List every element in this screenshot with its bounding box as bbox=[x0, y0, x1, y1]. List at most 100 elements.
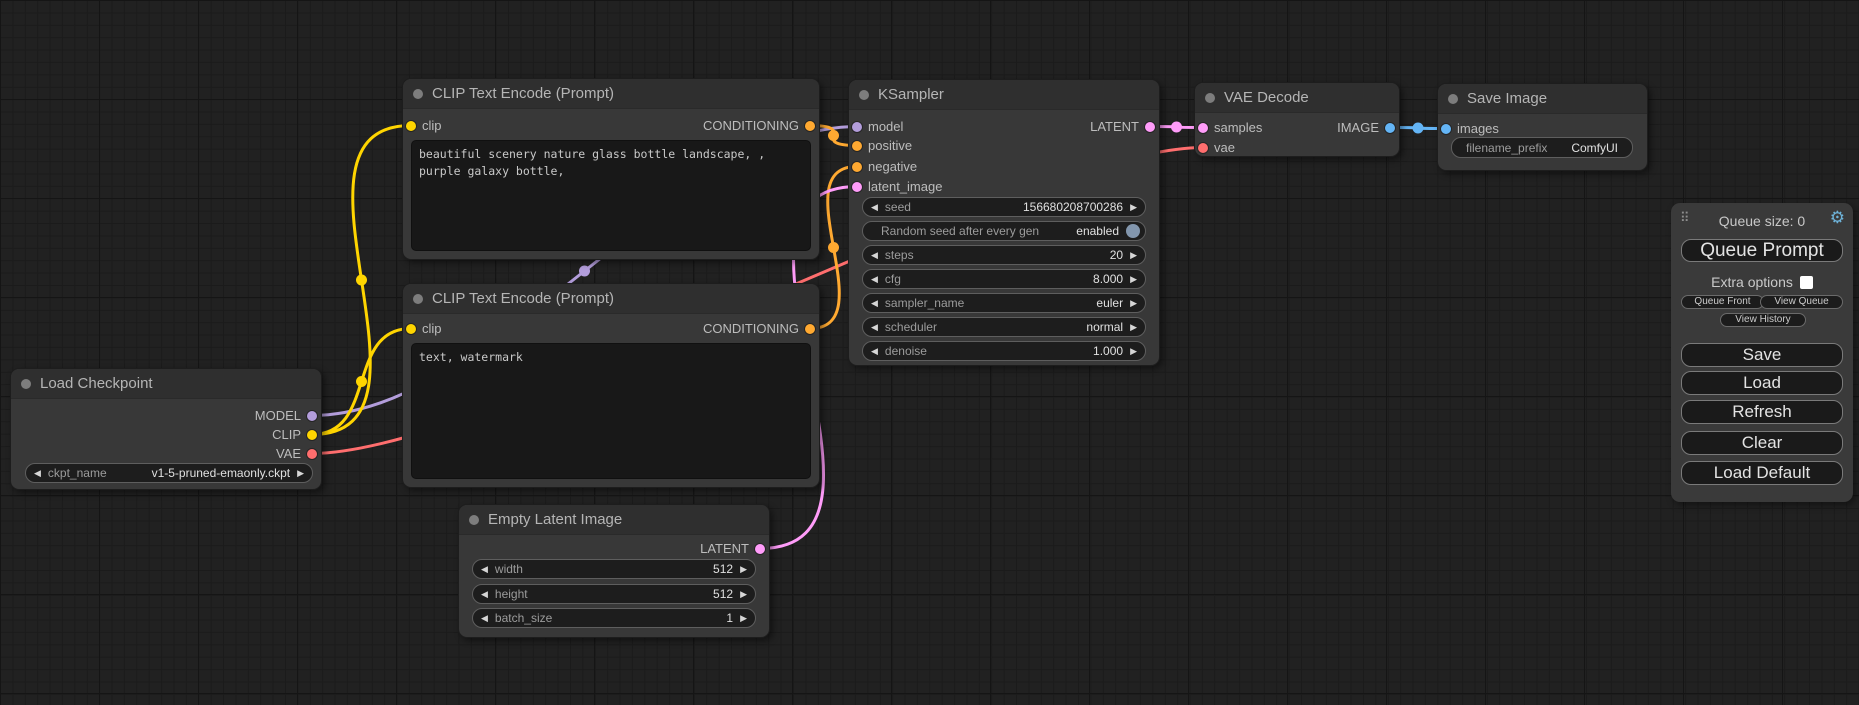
random-seed-toggle-widget[interactable]: Random seed after every gen enabled bbox=[862, 221, 1146, 241]
view-history-button[interactable]: View History bbox=[1720, 313, 1806, 327]
increment-arrow-icon[interactable]: ▶ bbox=[1130, 202, 1137, 213]
decrement-arrow-icon[interactable]: ◀ bbox=[871, 322, 878, 333]
vae-port-dot[interactable] bbox=[307, 449, 317, 459]
node-title-bar[interactable]: CLIP Text Encode (Prompt) bbox=[403, 284, 819, 314]
batch-size-widget[interactable]: ◀ batch_size 1 ▶ bbox=[472, 608, 756, 628]
node-clip-text-encode-positive[interactable]: CLIP Text Encode (Prompt) clip CONDITION… bbox=[402, 78, 820, 260]
load-button[interactable]: Load bbox=[1681, 371, 1843, 395]
model-port-dot[interactable] bbox=[852, 122, 862, 132]
decrement-arrow-icon[interactable]: ◀ bbox=[481, 564, 488, 575]
increment-arrow-icon[interactable]: ▶ bbox=[1130, 298, 1137, 309]
height-widget[interactable]: ◀ height 512 ▶ bbox=[472, 584, 756, 604]
steps-widget[interactable]: ◀ steps 20 ▶ bbox=[862, 245, 1146, 265]
collapse-dot-icon[interactable] bbox=[469, 515, 479, 525]
settings-gear-icon[interactable]: ⚙ bbox=[1830, 209, 1845, 226]
scheduler-widget[interactable]: ◀ scheduler normal ▶ bbox=[862, 317, 1146, 337]
positive-prompt-textarea[interactable]: beautiful scenery nature glass bottle la… bbox=[411, 140, 811, 251]
extra-options-checkbox[interactable] bbox=[1800, 276, 1813, 289]
node-ksampler[interactable]: KSampler model positive negative latent_… bbox=[848, 79, 1160, 366]
decrement-arrow-icon[interactable]: ◀ bbox=[871, 250, 878, 261]
decrement-arrow-icon[interactable]: ◀ bbox=[481, 613, 488, 624]
load-default-button[interactable]: Load Default bbox=[1681, 461, 1843, 485]
increment-arrow-icon[interactable]: ▶ bbox=[1130, 250, 1137, 261]
queue-prompt-button[interactable]: Queue Prompt bbox=[1681, 239, 1843, 262]
node-title-bar[interactable]: VAE Decode bbox=[1195, 83, 1399, 113]
port-label: CONDITIONING bbox=[703, 118, 799, 133]
clear-button[interactable]: Clear bbox=[1681, 431, 1843, 455]
latent-port-dot[interactable] bbox=[852, 182, 862, 192]
node-vae-decode[interactable]: VAE Decode samples vae IMAGE bbox=[1194, 82, 1400, 157]
decrement-arrow-icon[interactable]: ◀ bbox=[871, 346, 878, 357]
ckpt-name-widget[interactable]: ◀ ckpt_name v1-5-pruned-emaonly.ckpt ▶ bbox=[25, 463, 313, 483]
conditioning-port-dot[interactable] bbox=[852, 141, 862, 151]
clip-port-dot[interactable] bbox=[406, 121, 416, 131]
model-port-dot[interactable] bbox=[307, 411, 317, 421]
refresh-button[interactable]: Refresh bbox=[1681, 400, 1843, 424]
toggle-dot-icon[interactable] bbox=[1126, 224, 1140, 238]
link-midpoint-dot bbox=[356, 275, 367, 286]
save-button[interactable]: Save bbox=[1681, 343, 1843, 367]
collapse-dot-icon[interactable] bbox=[21, 379, 31, 389]
input-port-latent-image: latent_image bbox=[852, 177, 942, 196]
node-title-bar[interactable]: KSampler bbox=[849, 80, 1159, 110]
decrement-arrow-icon[interactable]: ◀ bbox=[871, 274, 878, 285]
negative-prompt-textarea[interactable]: text, watermark bbox=[411, 343, 811, 479]
port-label: positive bbox=[868, 138, 912, 153]
conditioning-port-dot[interactable] bbox=[805, 324, 815, 334]
view-queue-button[interactable]: View Queue bbox=[1760, 295, 1843, 309]
increment-arrow-icon[interactable]: ▶ bbox=[297, 468, 304, 479]
decrement-arrow-icon[interactable]: ◀ bbox=[481, 589, 488, 600]
node-load-checkpoint[interactable]: Load Checkpoint MODEL CLIP VAE ◀ ckpt_na… bbox=[10, 368, 322, 490]
node-save-image[interactable]: Save Image images filename_prefix ComfyU… bbox=[1437, 83, 1648, 171]
node-graph-canvas[interactable]: Load Checkpoint MODEL CLIP VAE ◀ ckpt_na… bbox=[0, 0, 1859, 705]
port-label: images bbox=[1457, 121, 1499, 136]
port-label: CLIP bbox=[272, 427, 301, 442]
sampler-name-widget[interactable]: ◀ sampler_name euler ▶ bbox=[862, 293, 1146, 313]
increment-arrow-icon[interactable]: ▶ bbox=[740, 564, 747, 575]
image-port-dot[interactable] bbox=[1441, 124, 1451, 134]
collapse-dot-icon[interactable] bbox=[413, 294, 423, 304]
node-empty-latent-image[interactable]: Empty Latent Image LATENT ◀ width 512 ▶ … bbox=[458, 504, 770, 638]
link-midpoint-dot bbox=[356, 376, 367, 387]
vae-port-dot[interactable] bbox=[1198, 143, 1208, 153]
increment-arrow-icon[interactable]: ▶ bbox=[740, 613, 747, 624]
node-title-bar[interactable]: Load Checkpoint bbox=[11, 369, 321, 399]
input-port-clip: clip bbox=[406, 319, 442, 338]
increment-arrow-icon[interactable]: ▶ bbox=[740, 589, 747, 600]
port-label: VAE bbox=[276, 446, 301, 461]
conditioning-port-dot[interactable] bbox=[852, 162, 862, 172]
increment-arrow-icon[interactable]: ▶ bbox=[1130, 322, 1137, 333]
filename-prefix-widget[interactable]: filename_prefix ComfyUI bbox=[1451, 137, 1633, 158]
input-port-model: model bbox=[852, 117, 903, 136]
clip-port-dot[interactable] bbox=[307, 430, 317, 440]
port-label: samples bbox=[1214, 120, 1262, 135]
latent-port-dot[interactable] bbox=[1145, 122, 1155, 132]
seed-widget[interactable]: ◀ seed 156680208700286 ▶ bbox=[862, 197, 1146, 217]
queue-size-label: Queue size: 0 bbox=[1671, 213, 1853, 229]
increment-arrow-icon[interactable]: ▶ bbox=[1130, 346, 1137, 357]
clip-port-dot[interactable] bbox=[406, 324, 416, 334]
latent-port-dot[interactable] bbox=[1198, 123, 1208, 133]
collapse-dot-icon[interactable] bbox=[1205, 93, 1215, 103]
node-title-bar[interactable]: CLIP Text Encode (Prompt) bbox=[403, 79, 819, 109]
node-title: Load Checkpoint bbox=[40, 375, 153, 392]
node-clip-text-encode-negative[interactable]: CLIP Text Encode (Prompt) clip CONDITION… bbox=[402, 283, 820, 488]
node-title-bar[interactable]: Empty Latent Image bbox=[459, 505, 769, 535]
decrement-arrow-icon[interactable]: ◀ bbox=[34, 468, 41, 479]
port-label: CONDITIONING bbox=[703, 321, 799, 336]
collapse-dot-icon[interactable] bbox=[859, 90, 869, 100]
decrement-arrow-icon[interactable]: ◀ bbox=[871, 298, 878, 309]
cfg-widget[interactable]: ◀ cfg 8.000 ▶ bbox=[862, 269, 1146, 289]
image-port-dot[interactable] bbox=[1385, 123, 1395, 133]
latent-port-dot[interactable] bbox=[755, 544, 765, 554]
increment-arrow-icon[interactable]: ▶ bbox=[1130, 274, 1137, 285]
width-widget[interactable]: ◀ width 512 ▶ bbox=[472, 559, 756, 579]
collapse-dot-icon[interactable] bbox=[413, 89, 423, 99]
queue-front-button[interactable]: Queue Front bbox=[1681, 295, 1764, 309]
decrement-arrow-icon[interactable]: ◀ bbox=[871, 202, 878, 213]
denoise-widget[interactable]: ◀ denoise 1.000 ▶ bbox=[862, 341, 1146, 361]
collapse-dot-icon[interactable] bbox=[1448, 94, 1458, 104]
input-port-clip: clip bbox=[406, 116, 442, 135]
node-title-bar[interactable]: Save Image bbox=[1438, 84, 1647, 114]
conditioning-port-dot[interactable] bbox=[805, 121, 815, 131]
